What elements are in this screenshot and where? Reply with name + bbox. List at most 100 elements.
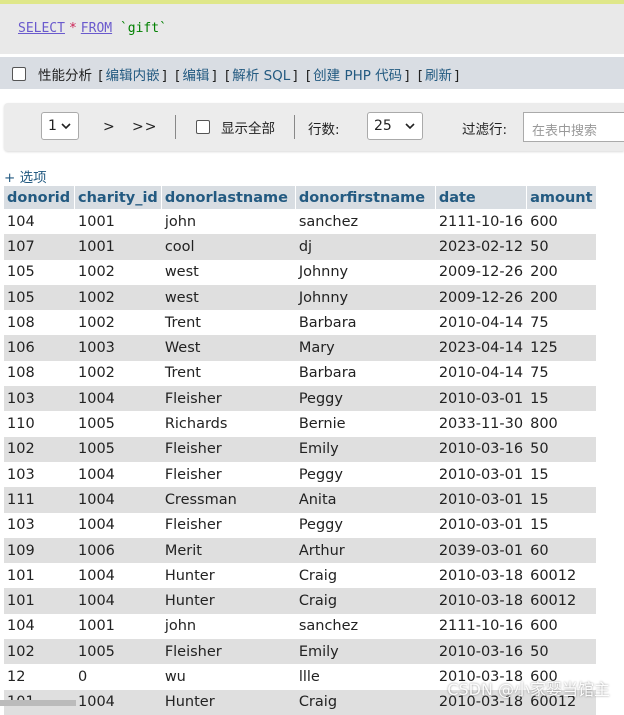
sql-query-text[interactable]: SELECT * FROM `gift` bbox=[18, 21, 167, 36]
table-cell[interactable]: Bernie bbox=[295, 411, 436, 437]
table-cell[interactable]: Barbara bbox=[295, 360, 436, 387]
table-cell[interactable]: 101 bbox=[4, 588, 75, 614]
table-cell[interactable]: Peggy bbox=[295, 512, 436, 538]
table-row[interactable]: 104 1001 john sanchez 2111-10-16 600 bbox=[4, 209, 597, 235]
table-cell[interactable]: 15 bbox=[526, 512, 597, 538]
table-row[interactable]: 103 1004 Fleisher Peggy 2010-03-01 15 bbox=[4, 386, 597, 412]
table-row[interactable]: 106 1003 West Mary 2023-04-14 125 bbox=[4, 335, 597, 361]
page-select[interactable]: 1 bbox=[41, 112, 79, 140]
table-cell[interactable]: 2010-03-18 bbox=[435, 588, 527, 614]
table-cell[interactable]: 600 bbox=[526, 209, 597, 235]
table-cell[interactable]: 15 bbox=[526, 461, 597, 488]
table-cell[interactable]: 2010-04-14 bbox=[435, 360, 527, 387]
table-cell[interactable]: 102 bbox=[4, 436, 75, 462]
table-cell[interactable]: Craig bbox=[295, 563, 436, 589]
table-cell[interactable]: Merit bbox=[161, 537, 296, 564]
table-row[interactable]: 109 1006 Merit Arthur 2039-03-01 60 bbox=[4, 537, 597, 564]
rows-per-page-select[interactable]: 25 bbox=[367, 112, 423, 140]
table-cell[interactable]: 1005 bbox=[74, 436, 162, 462]
table-cell[interactable]: Craig bbox=[295, 689, 436, 715]
table-cell[interactable]: 107 bbox=[4, 234, 75, 260]
table-row[interactable]: 105 1002 west Johnny 2009-12-26 200 bbox=[4, 259, 597, 285]
table-cell[interactable]: 2023-04-14 bbox=[435, 335, 527, 361]
table-cell[interactable]: 109 bbox=[4, 537, 75, 564]
table-cell[interactable]: llle bbox=[295, 664, 436, 690]
table-cell[interactable]: 104 bbox=[4, 209, 75, 235]
edit-inline-link[interactable]: 编辑内嵌 bbox=[106, 68, 160, 84]
table-cell[interactable]: 1003 bbox=[74, 335, 162, 361]
table-cell[interactable]: 1002 bbox=[74, 284, 162, 311]
show-all-label[interactable]: 显示全部 bbox=[221, 117, 275, 137]
table-cell[interactable]: 200 bbox=[526, 284, 597, 311]
table-row[interactable]: 108 1002 Trent Barbara 2010-04-14 75 bbox=[4, 310, 597, 336]
table-cell[interactable]: john bbox=[161, 209, 296, 235]
table-row[interactable]: 102 1005 Fleisher Emily 2010-03-16 50 bbox=[4, 639, 597, 665]
table-cell[interactable]: 101 bbox=[4, 563, 75, 589]
table-cell[interactable]: 2023-02-12 bbox=[435, 234, 527, 260]
column-header-amount[interactable]: amount bbox=[526, 186, 597, 209]
table-cell[interactable]: 75 bbox=[526, 360, 597, 387]
table-cell[interactable]: 104 bbox=[4, 613, 75, 640]
table-cell[interactable]: dj bbox=[295, 234, 436, 260]
column-header-date[interactable]: date bbox=[435, 186, 528, 209]
table-cell[interactable]: Anita bbox=[295, 487, 436, 513]
table-row[interactable]: 102 1005 Fleisher Emily 2010-03-16 50 bbox=[4, 436, 597, 462]
table-cell[interactable]: 2010-03-01 bbox=[435, 461, 527, 488]
table-cell[interactable]: 600 bbox=[526, 613, 597, 640]
table-cell[interactable]: 1006 bbox=[74, 537, 162, 564]
table-cell[interactable]: 103 bbox=[4, 386, 75, 412]
table-cell[interactable]: 1004 bbox=[74, 689, 162, 715]
table-cell[interactable]: Fleisher bbox=[161, 436, 296, 462]
table-cell[interactable]: Craig bbox=[295, 588, 436, 614]
refresh-link[interactable]: 刷新 bbox=[425, 68, 452, 84]
table-cell[interactable]: Peggy bbox=[295, 386, 436, 412]
sql-keyword-select[interactable]: SELECT bbox=[18, 21, 65, 36]
table-cell[interactable]: 105 bbox=[4, 284, 75, 311]
table-cell[interactable]: Hunter bbox=[161, 563, 296, 589]
filter-rows-input[interactable]: 在表中搜索 bbox=[523, 112, 624, 142]
table-cell[interactable]: 800 bbox=[526, 411, 597, 437]
table-cell[interactable]: 125 bbox=[526, 335, 597, 361]
table-cell[interactable]: cool bbox=[161, 234, 296, 260]
table-cell[interactable]: Trent bbox=[161, 310, 296, 336]
table-cell[interactable]: 60012 bbox=[526, 563, 597, 589]
table-cell[interactable]: Johnny bbox=[295, 259, 436, 285]
table-cell[interactable]: 105 bbox=[4, 259, 75, 285]
table-cell[interactable]: 1002 bbox=[74, 360, 162, 387]
table-cell[interactable]: sanchez bbox=[295, 613, 436, 640]
table-cell[interactable]: 50 bbox=[526, 234, 597, 260]
table-cell[interactable]: sanchez bbox=[295, 209, 436, 235]
table-cell[interactable]: wu bbox=[161, 664, 296, 690]
table-cell[interactable]: 15 bbox=[526, 487, 597, 513]
last-page-button[interactable]: >> bbox=[132, 119, 157, 135]
table-cell[interactable]: 2033-11-30 bbox=[435, 411, 527, 437]
table-cell[interactable]: 60 bbox=[526, 537, 597, 564]
column-header-donorfirstname[interactable]: donorfirstname bbox=[295, 186, 436, 209]
table-cell[interactable]: Richards bbox=[161, 411, 296, 437]
table-cell[interactable]: Emily bbox=[295, 639, 436, 665]
sql-keyword-from[interactable]: FROM bbox=[81, 21, 112, 36]
table-cell[interactable]: Fleisher bbox=[161, 461, 296, 488]
create-php-code-link[interactable]: 创建 PHP 代码 bbox=[313, 68, 402, 84]
table-cell[interactable]: 200 bbox=[526, 259, 597, 285]
table-cell[interactable]: 1001 bbox=[74, 234, 162, 260]
table-row[interactable]: 105 1002 west Johnny 2009-12-26 200 bbox=[4, 284, 597, 311]
column-header-donorlastname[interactable]: donorlastname bbox=[161, 186, 296, 209]
table-row[interactable]: 110 1005 Richards Bernie 2033-11-30 800 bbox=[4, 411, 597, 437]
table-cell[interactable]: Cressman bbox=[161, 487, 296, 513]
table-cell[interactable]: 1002 bbox=[74, 259, 162, 285]
table-cell[interactable]: Fleisher bbox=[161, 512, 296, 538]
options-link[interactable]: + 选项 bbox=[4, 166, 47, 186]
table-cell[interactable]: Arthur bbox=[295, 537, 436, 564]
explain-sql-link[interactable]: 解析 SQL bbox=[232, 68, 290, 84]
profiling-label[interactable]: 性能分析 bbox=[38, 68, 92, 84]
table-cell[interactable]: 50 bbox=[526, 639, 597, 665]
profiling-checkbox[interactable] bbox=[12, 67, 26, 81]
table-cell[interactable]: 1001 bbox=[74, 613, 162, 640]
table-cell[interactable]: West bbox=[161, 335, 296, 361]
table-cell[interactable]: 2009-12-26 bbox=[435, 284, 527, 311]
table-cell[interactable]: Emily bbox=[295, 436, 436, 462]
table-cell[interactable]: 1005 bbox=[74, 411, 162, 437]
table-cell[interactable]: 1004 bbox=[74, 512, 162, 538]
table-cell[interactable]: 108 bbox=[4, 310, 75, 336]
